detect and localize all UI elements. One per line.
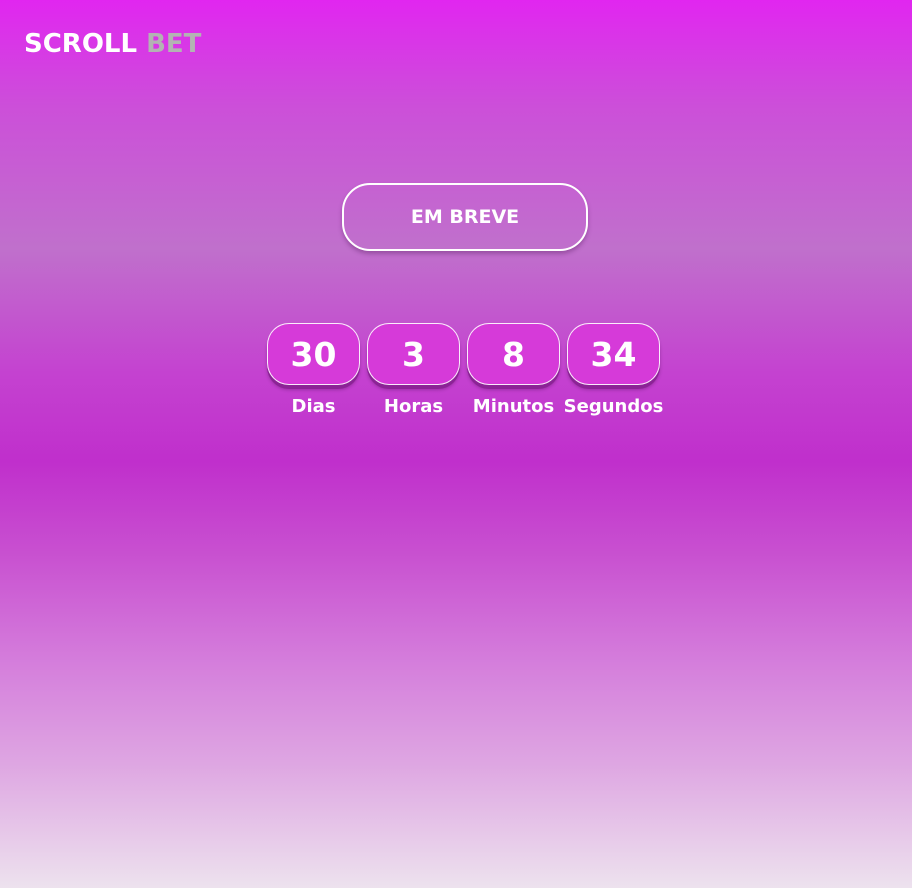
minutes-value: 8 (467, 323, 560, 385)
coming-soon-button[interactable]: EM BREVE (342, 183, 588, 251)
logo-bet-text: BET (146, 29, 202, 59)
logo[interactable]: SCROLL BET (24, 28, 201, 60)
hours-label: Horas (383, 396, 444, 417)
days-label: Dias (291, 396, 336, 417)
hours-value: 3 (367, 323, 460, 385)
seconds-label: Segundos (563, 396, 664, 417)
countdown-timer: 30 Dias 3 Horas 8 Minutos 34 Segundos (266, 323, 664, 417)
logo-scroll-text: SCROLL (24, 29, 138, 59)
seconds-value: 34 (567, 323, 660, 385)
countdown-days: 30 Dias (266, 323, 361, 417)
days-value: 30 (267, 323, 360, 385)
minutes-label: Minutos (472, 396, 555, 417)
countdown-hours: 3 Horas (366, 323, 461, 417)
countdown-seconds: 34 Segundos (563, 323, 664, 417)
countdown-minutes: 8 Minutos (466, 323, 561, 417)
